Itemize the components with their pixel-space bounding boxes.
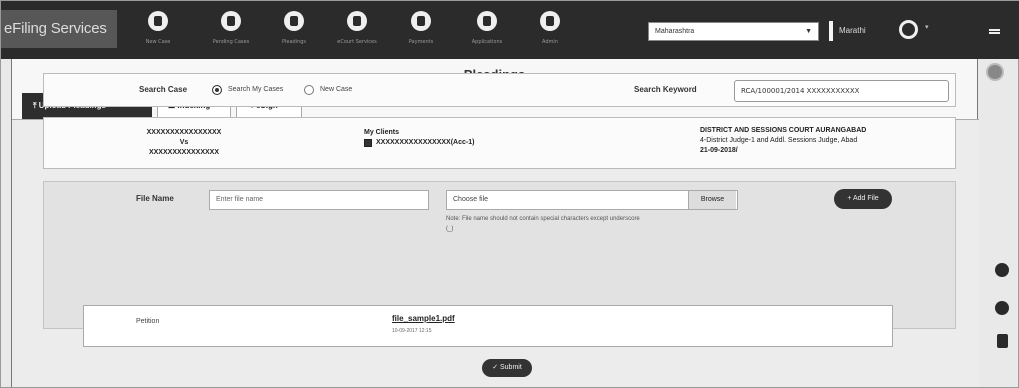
nav-label: New Case — [145, 39, 171, 45]
my-clients-label: My Clients — [364, 129, 400, 136]
language-switch[interactable]: Marathi — [829, 21, 866, 41]
file-date: 10-09-2017 12:15 — [392, 328, 432, 334]
state-select-value: Maharashtra — [655, 28, 695, 35]
my-clients-block: My Clients XXXXXXXXXXXXXXXX(Acc-1) — [364, 128, 474, 148]
search-keyword-input[interactable]: RCA/100001/2014 XXXXXXXXXXX — [734, 80, 949, 102]
scroll-indicator-icon[interactable] — [986, 63, 1004, 81]
chevron-down-icon[interactable]: ▾ — [925, 23, 929, 31]
plus-circle-icon — [148, 11, 168, 31]
file-type: Petition — [136, 318, 160, 325]
settings-icon — [540, 11, 560, 31]
case-info-row: XXXXXXXXXXXXXXXX Vs XXXXXXXXXXXXXXX My C… — [43, 117, 956, 169]
browse-button[interactable]: Browse — [688, 191, 736, 209]
user-avatar-icon[interactable] — [899, 20, 918, 39]
court-info-block: DISTRICT AND SESSIONS COURT AURANGABAD 4… — [700, 126, 866, 156]
top-navbar: eFiling Services New Case Pending Cases … — [1, 1, 1019, 59]
file-name-placeholder: Enter file name — [216, 196, 264, 203]
play-icon[interactable] — [995, 263, 1009, 277]
court-detail: 4-District Judge-1 and Addl. Sessions Ju… — [700, 137, 858, 144]
case-parties: XXXXXXXXXXXXXXXX Vs XXXXXXXXXXXXXXX — [84, 128, 284, 158]
court-date: 21-09-2018/ — [700, 147, 738, 154]
radio-new-case[interactable] — [304, 85, 314, 95]
file-name-input[interactable]: Enter file name — [209, 190, 429, 210]
radio-label: New Case — [320, 86, 353, 93]
client-name: XXXXXXXXXXXXXXXX(Acc-1) — [376, 139, 475, 146]
file-name-label: File Name — [136, 194, 174, 203]
keyword-value: RCA/100001/2014 XXXXXXXXXXX — [741, 87, 860, 95]
client-checkbox[interactable] — [364, 139, 372, 147]
nav-item-new-case[interactable]: New Case — [118, 9, 198, 53]
radio-label: Search My Cases — [228, 86, 284, 93]
versus-text: Vs — [179, 139, 189, 146]
submit-button[interactable]: ✓ Submit — [482, 359, 532, 377]
file-name-note: Note: File name should not contain speci… — [446, 216, 640, 222]
rupee-icon — [411, 11, 431, 31]
party-respondent: XXXXXXXXXXXXXXX — [148, 149, 220, 156]
radio-search-my-cases[interactable] — [212, 85, 222, 95]
hamburger-menu-icon[interactable] — [989, 29, 1000, 34]
nav-item-admin[interactable]: Admin — [510, 9, 590, 53]
court-name: DISTRICT AND SESSIONS COURT AURANGABAD — [700, 127, 867, 134]
state-select[interactable]: Maharashtra ▼ — [648, 22, 819, 41]
edit-icon — [221, 11, 241, 31]
app-window: eFiling Services New Case Pending Cases … — [0, 0, 1019, 388]
book-icon[interactable] — [997, 334, 1008, 348]
help-icon[interactable] — [995, 301, 1009, 315]
add-file-button[interactable]: + Add File — [834, 189, 892, 209]
chevron-down-icon: ▼ — [805, 28, 812, 35]
search-case-row: Search Case Search My Cases New Case Sea… — [43, 73, 956, 107]
document-icon — [284, 11, 304, 31]
nav-label: Admin — [542, 39, 558, 45]
search-keyword-label: Search Keyword — [634, 85, 697, 94]
uploaded-files-list: Petition file_sample1.pdf 10-09-2017 12:… — [83, 305, 893, 347]
file-name-note-chars: (_) — [446, 226, 454, 232]
download-icon — [477, 11, 497, 31]
file-link[interactable]: file_sample1.pdf — [392, 314, 455, 323]
choose-file-text: Choose file — [453, 196, 489, 203]
party-petitioner: XXXXXXXXXXXXXXXX — [146, 129, 222, 136]
search-case-label: Search Case — [139, 85, 188, 94]
globe-icon — [347, 11, 367, 31]
brand-logo[interactable]: eFiling Services — [1, 10, 117, 48]
upload-icon: ⤒ — [33, 101, 37, 110]
